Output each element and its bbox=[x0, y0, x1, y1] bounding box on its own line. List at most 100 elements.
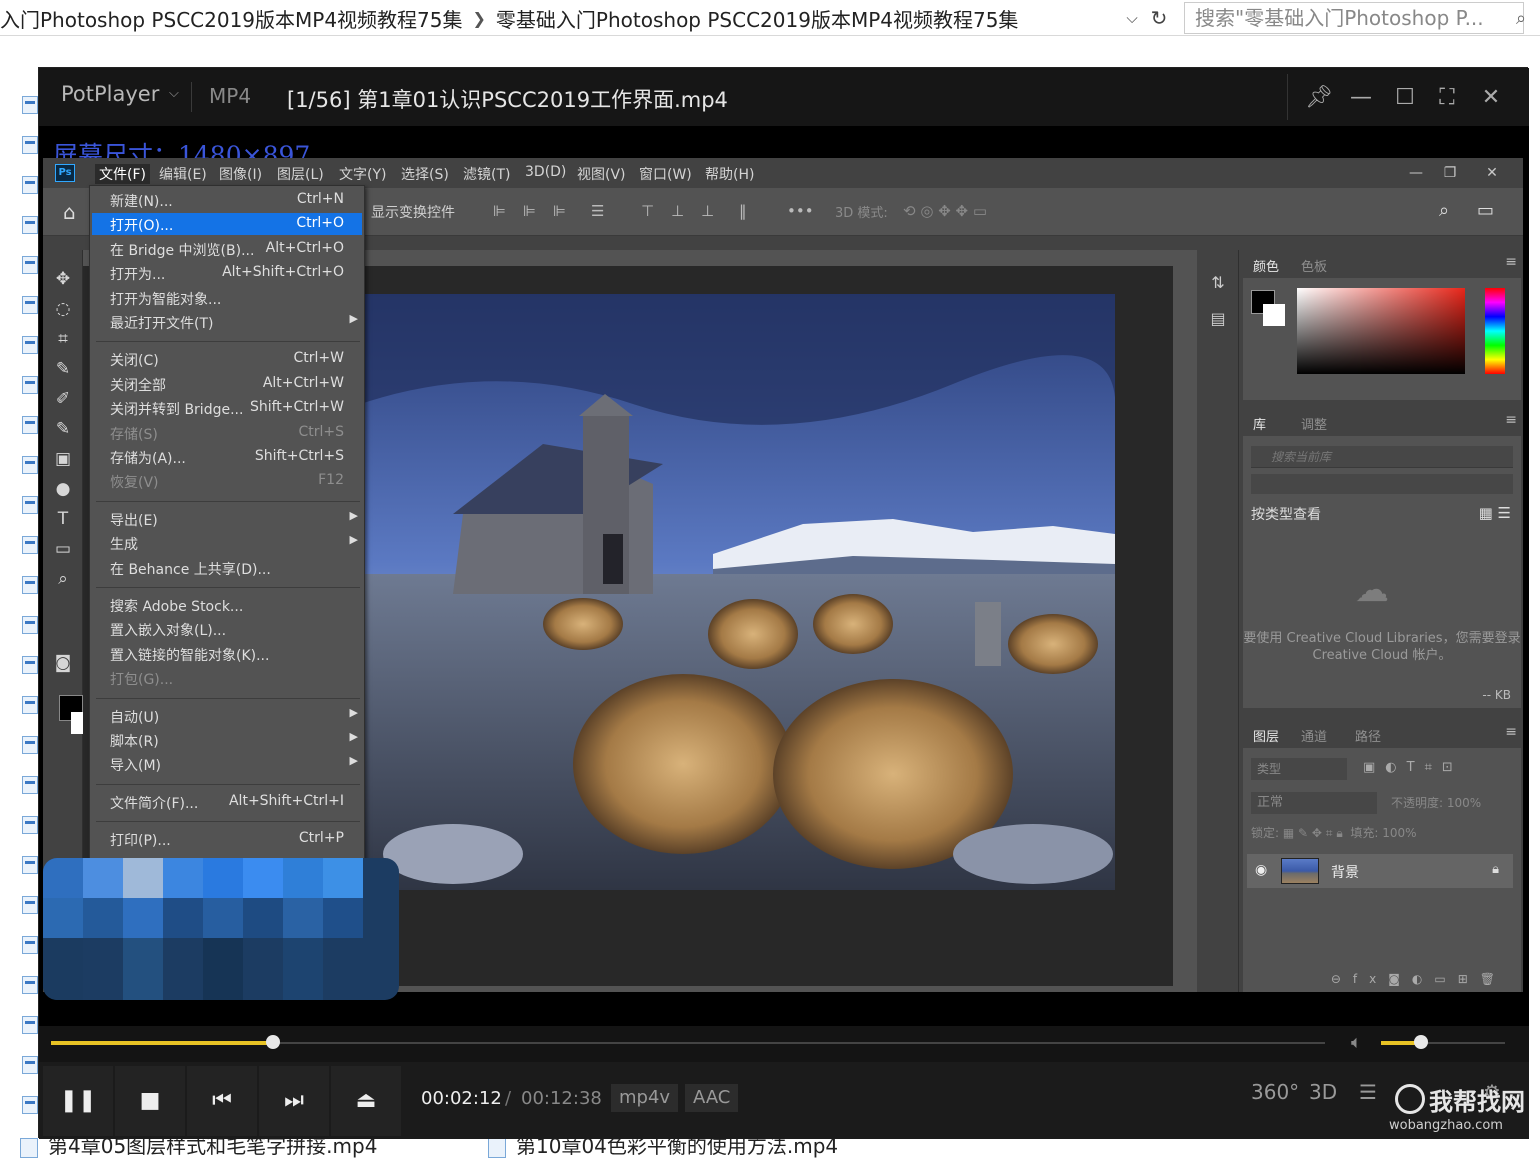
file-menu-item[interactable]: 打开为智能对象... bbox=[92, 287, 362, 309]
file-menu-item[interactable]: 文件简介(F)... Alt+Shift+Ctrl+I bbox=[92, 791, 362, 813]
playlist-icon[interactable]: ☰ bbox=[1359, 1080, 1377, 1104]
tab-swatches[interactable]: 色板 bbox=[1301, 256, 1327, 275]
volume-icon[interactable]: 🔈︎ bbox=[1351, 1032, 1362, 1053]
360-button[interactable]: 360° bbox=[1251, 1080, 1299, 1104]
layer-filter-dropdown[interactable]: 类型 bbox=[1251, 758, 1347, 780]
menu-image[interactable]: 图像(I) bbox=[219, 164, 262, 184]
distribute-vertical-icon[interactable]: ‖ bbox=[739, 202, 747, 220]
grid-list-view-icon[interactable]: ▦ ☰ bbox=[1479, 504, 1511, 522]
color-picker-field[interactable] bbox=[1297, 288, 1465, 374]
panel-menu-icon[interactable]: ≡ bbox=[1505, 254, 1517, 270]
file-menu-item[interactable]: 置入链接的智能对象(K)... bbox=[92, 643, 362, 665]
panel-menu-icon[interactable]: ≡ bbox=[1505, 412, 1517, 428]
lock-controls[interactable]: 锁定: ▦ ✎ ✥ ⌗ 🔒︎ 填充: 100% bbox=[1251, 824, 1417, 841]
home-icon[interactable]: ⌂ bbox=[63, 200, 76, 224]
file-menu-item[interactable]: 关闭并转到 Bridge... Shift+Ctrl+W bbox=[92, 397, 362, 419]
stop-button[interactable]: ■ bbox=[115, 1066, 185, 1136]
3d-tools-icon[interactable]: ⟲ ◎ ✥ ✥ ▭ bbox=[903, 202, 987, 220]
file-menu-item[interactable]: 自动(U) ▶ bbox=[92, 705, 362, 727]
search-icon[interactable]: ⌕ bbox=[1506, 6, 1536, 32]
dodge-tool-icon[interactable]: ● bbox=[49, 476, 77, 502]
crop-tool-icon[interactable]: ⌗ bbox=[49, 326, 77, 352]
history-brush-icon[interactable]: ✎ bbox=[49, 416, 77, 442]
layer-comps-icon[interactable]: ▤ bbox=[1205, 306, 1231, 332]
library-dropdown[interactable] bbox=[1251, 474, 1513, 494]
rectangle-tool-icon[interactable]: ▭ bbox=[49, 536, 77, 562]
menu-3d[interactable]: 3D(D) bbox=[525, 164, 566, 180]
file-menu-item[interactable]: 脚本(R) ▶ bbox=[92, 729, 362, 751]
menu-help[interactable]: 帮助(H) bbox=[705, 164, 754, 184]
file-menu-item[interactable]: 关闭(C) Ctrl+W bbox=[92, 348, 362, 370]
3d-button[interactable]: 3D bbox=[1309, 1080, 1337, 1104]
menu-edit[interactable]: 编辑(E) bbox=[159, 164, 207, 184]
document-photo[interactable] bbox=[333, 294, 1115, 890]
eject-button[interactable]: ⏏︎ bbox=[331, 1066, 401, 1136]
breadcrumb-item[interactable]: 零基础入门Photoshop PSCC2019版本MP4视频教程75集 bbox=[496, 4, 1019, 33]
menu-filter[interactable]: 滤镜(T) bbox=[463, 164, 510, 184]
zoom-tool-icon[interactable]: ⌕ bbox=[49, 566, 77, 592]
file-menu-item[interactable]: 存储为(A)... Shift+Ctrl+S bbox=[92, 446, 362, 468]
brush-tool-icon[interactable]: ✐ bbox=[49, 386, 77, 412]
seek-thumb[interactable] bbox=[265, 1035, 280, 1049]
chevron-down-icon[interactable]: ⌵ bbox=[169, 86, 179, 101]
tab-channels[interactable]: 通道 bbox=[1301, 726, 1327, 745]
workspace-icon[interactable]: ▭ bbox=[1477, 200, 1494, 221]
close-icon[interactable]: ✕ bbox=[1471, 78, 1511, 118]
ps-restore-icon[interactable]: ❐ bbox=[1435, 161, 1465, 185]
file-menu-item[interactable]: 导出(E) ▶ bbox=[92, 508, 362, 530]
file-menu-item[interactable]: 打开(O)... Ctrl+O bbox=[92, 213, 362, 236]
file-menu-item[interactable]: 恢复(V) F12 bbox=[92, 470, 362, 492]
file-menu-item[interactable]: 在 Bridge 中浏览(B)... Alt+Ctrl+O bbox=[92, 238, 362, 260]
align-center-icon[interactable]: ⊫ bbox=[523, 202, 536, 220]
library-search-input[interactable]: 搜索当前库 bbox=[1251, 446, 1513, 468]
opacity-control[interactable]: 不透明度: 100% bbox=[1391, 794, 1481, 811]
file-menu-item[interactable]: 关闭全部 Alt+Ctrl+W bbox=[92, 373, 362, 395]
align-top-icon[interactable]: ⊤ bbox=[641, 202, 654, 220]
tab-layers[interactable]: 图层 bbox=[1253, 726, 1279, 745]
file-menu-item[interactable]: 导入(M) ▶ bbox=[92, 753, 362, 775]
lasso-tool-icon[interactable]: ◌ bbox=[49, 296, 77, 322]
pause-button[interactable]: ❚❚ bbox=[43, 1066, 113, 1136]
explorer-search-input[interactable]: 搜索"零基础入门Photoshop P... bbox=[1184, 2, 1524, 34]
menu-select[interactable]: 选择(S) bbox=[401, 164, 449, 184]
file-menu-item[interactable]: 生成 ▶ bbox=[92, 532, 362, 554]
file-menu-item[interactable]: 打印(P)... Ctrl+P bbox=[92, 828, 362, 850]
align-left-icon[interactable]: ⊫ bbox=[493, 202, 506, 220]
background-color-swatch[interactable] bbox=[1263, 304, 1285, 326]
video-codec-badge[interactable]: mp4v bbox=[611, 1084, 679, 1112]
search-icon[interactable]: ⌕ bbox=[1439, 200, 1449, 221]
tab-paths[interactable]: 路径 bbox=[1355, 726, 1381, 745]
layer-row[interactable]: ◉ 背景 🔒︎ bbox=[1247, 854, 1513, 888]
view-by-type-dropdown[interactable]: 按类型查看 bbox=[1251, 504, 1321, 524]
app-name[interactable]: PotPlayer bbox=[61, 82, 159, 106]
maximize-icon[interactable]: ☐ bbox=[1385, 78, 1425, 118]
video-area[interactable]: 屏幕尺寸：1480×897 Ps 文件(F) 编辑(E) 图像(I) 图层(L)… bbox=[39, 126, 1529, 1026]
eye-icon[interactable]: ◉ bbox=[1255, 862, 1267, 878]
breadcrumb[interactable]: 入门Photoshop PSCC2019版本MP4视频教程75集 ❯ 零基础入门… bbox=[0, 4, 1018, 32]
pin-icon[interactable]: 📌︎ bbox=[1299, 78, 1339, 118]
align-right-icon[interactable]: ⊫ bbox=[553, 202, 566, 220]
fullscreen-icon[interactable]: ⛶ bbox=[1427, 78, 1467, 118]
ps-close-icon[interactable]: ✕ bbox=[1477, 161, 1507, 185]
chevron-down-icon[interactable]: ⌵ bbox=[1122, 6, 1142, 30]
align-bottom-icon[interactable]: ⊥ bbox=[701, 202, 714, 220]
align-middle-icon[interactable]: ⊥ bbox=[671, 202, 684, 220]
menu-layer[interactable]: 图层(L) bbox=[277, 164, 324, 184]
file-menu-item[interactable]: 存储(S) Ctrl+S bbox=[92, 422, 362, 444]
tab-color[interactable]: 颜色 bbox=[1253, 256, 1279, 275]
player-titlebar[interactable]: PotPlayer ⌵ MP4 [1/56] 第1章01认识PSCC2019工作… bbox=[39, 68, 1529, 126]
tab-libraries[interactable]: 库 bbox=[1253, 414, 1266, 433]
type-tool-icon[interactable]: T bbox=[49, 506, 77, 532]
file-menu-item[interactable]: 打包(G)... bbox=[92, 667, 362, 689]
move-tool-icon[interactable]: ✥ bbox=[49, 266, 77, 292]
volume-thumb[interactable] bbox=[1413, 1035, 1428, 1049]
refresh-icon[interactable]: ↻ bbox=[1146, 4, 1172, 32]
menu-file[interactable]: 文件(F) bbox=[95, 164, 150, 184]
file-menu-item[interactable]: 新建(N)... Ctrl+N bbox=[92, 189, 362, 211]
menu-window[interactable]: 窗口(W) bbox=[639, 164, 692, 184]
show-transform-controls-label[interactable]: 显示变换控件 bbox=[371, 202, 455, 222]
layer-filter-icons[interactable]: ▣◐T⌗⊡ bbox=[1363, 760, 1463, 775]
file-menu-item[interactable]: 最近打开文件(T) ▶ bbox=[92, 311, 362, 333]
menu-type[interactable]: 文字(Y) bbox=[339, 164, 386, 184]
blend-mode-dropdown[interactable]: 正常 bbox=[1251, 792, 1377, 814]
